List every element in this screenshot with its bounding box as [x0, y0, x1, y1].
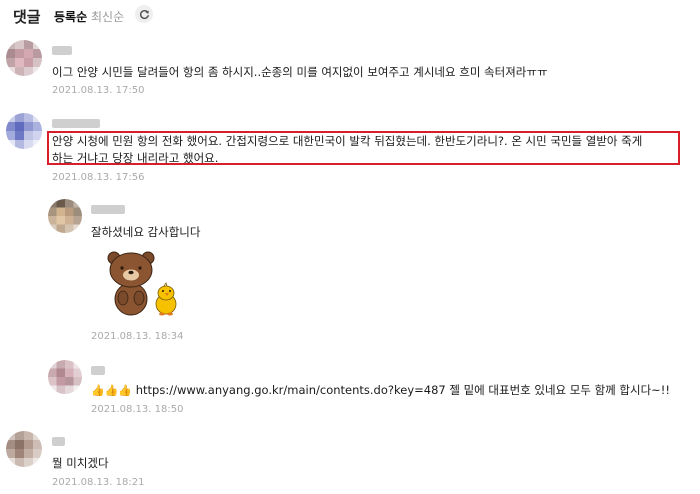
reply-link-text[interactable]: https://www.anyang.go.kr/main/contents.d… — [136, 383, 670, 397]
reply-date: 2021.08.13. 18:34 — [91, 331, 184, 342]
nickname-redacted[interactable] — [52, 119, 100, 128]
avatar[interactable] — [6, 40, 42, 76]
reply-text: 잘하셨네요 감사합니다 — [91, 225, 201, 239]
reply-date: 2021.08.13. 18:50 — [91, 404, 184, 415]
comment-text-line1: 안양 시청에 민원 항의 전화 했어요. 간접지령으로 대한민국이 발칵 뒤집혔… — [52, 134, 643, 148]
nickname-redacted[interactable] — [91, 366, 105, 375]
comment-date: 2021.08.13. 17:56 — [52, 172, 145, 183]
comments-title: 댓글 — [13, 8, 41, 26]
avatar[interactable] — [48, 360, 82, 394]
avatar[interactable] — [6, 113, 42, 149]
comment-text: 이그 안양 시민들 달려들어 항의 좀 하시지..순종의 미를 여지없이 보여주… — [52, 65, 548, 79]
sort-by-latest-tab[interactable]: 최신순 — [91, 8, 124, 25]
brown-bear-and-chick-sticker — [107, 251, 177, 316]
avatar[interactable] — [6, 431, 42, 467]
comment-date: 2021.08.13. 18:21 — [52, 477, 145, 488]
comment-header: 댓글 등록순 최신순 — [0, 0, 700, 30]
nickname-redacted[interactable] — [52, 437, 65, 446]
comment-text-line2: 하는 거냐고 당장 내리라고 했어요. — [52, 151, 219, 165]
sort-by-registration-tab[interactable]: 등록순 — [54, 8, 87, 25]
comment-text: 뭘 미치겠다 — [52, 456, 109, 470]
avatar[interactable] — [48, 199, 82, 233]
refresh-icon — [139, 9, 149, 19]
nickname-redacted[interactable] — [91, 205, 125, 214]
comment-date: 2021.08.13. 17:50 — [52, 85, 145, 96]
reply-text-row: 👍👍👍 https://www.anyang.go.kr/main/conten… — [91, 382, 670, 398]
nickname-redacted[interactable] — [52, 46, 72, 55]
thumbs-up-icons: 👍👍👍 — [91, 384, 133, 397]
refresh-button[interactable] — [135, 5, 153, 23]
